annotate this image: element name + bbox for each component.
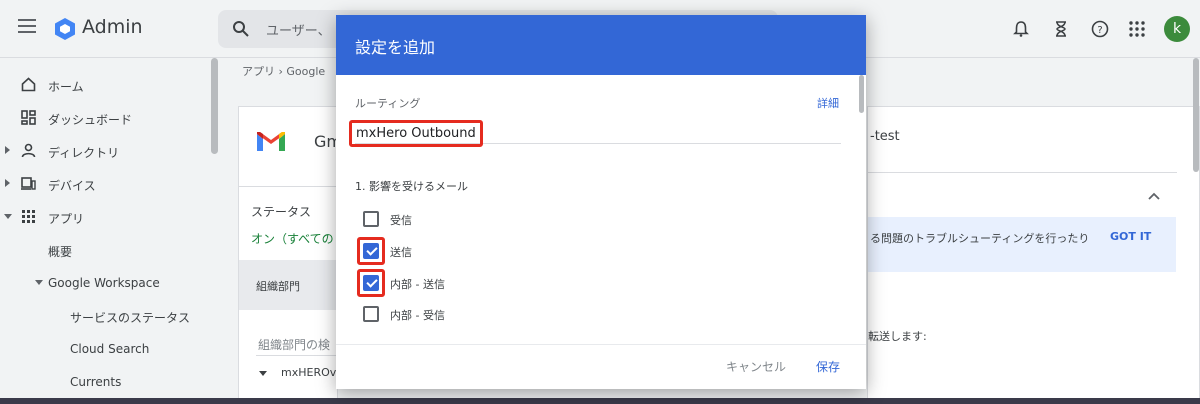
affected-mail-section-title: 1. 影響を受けるメール <box>355 180 468 193</box>
sidebar-item-cloud-search[interactable]: Cloud Search <box>0 332 205 365</box>
detail-link[interactable]: 詳細 <box>817 95 839 111</box>
checkbox-inbound[interactable] <box>363 211 379 227</box>
bottom-edge <box>0 398 1200 404</box>
divider <box>256 355 336 356</box>
status-value: オン（すべての <box>251 232 334 246</box>
dialog-title: 設定を追加 <box>355 38 436 57</box>
sidebar-item-overview[interactable]: 概要 <box>0 233 205 266</box>
checkbox-internal-sending[interactable] <box>363 275 379 291</box>
dialog-header: 設定を追加 <box>336 15 866 75</box>
banner-text: る問題のトラブルシューティングを行ったり <box>870 232 1090 245</box>
sidebar-item-home[interactable]: ホーム <box>0 68 205 101</box>
sidebar-item-label: デバイス <box>48 179 96 193</box>
sidebar-item-label: サービスのステータス <box>70 311 191 325</box>
gmail-logo-icon <box>257 132 285 151</box>
chevron-up-icon[interactable] <box>1147 191 1161 201</box>
dialog-footer: キャンセル 保存 <box>336 344 866 389</box>
add-setting-dialog: 設定を追加 ルーティング 詳細 1. 影響を受けるメール 受信 送信 内部 - … <box>336 15 866 389</box>
svg-text:?: ? <box>1097 25 1102 36</box>
bell-icon[interactable] <box>1012 20 1030 38</box>
option-outbound[interactable]: 送信 <box>357 237 563 265</box>
org-unit-item[interactable]: mxHEROv <box>281 366 336 379</box>
apps-grid-icon <box>22 210 35 223</box>
help-icon[interactable]: ? <box>1091 20 1109 38</box>
sidebar-item-label: 概要 <box>48 245 73 259</box>
person-icon <box>21 143 36 158</box>
search-input[interactable]: ユーザー、 <box>266 20 331 39</box>
devices-icon <box>21 177 36 190</box>
breadcrumb[interactable]: アプリ › Google <box>242 63 325 79</box>
app-name: Admin <box>82 16 143 38</box>
collapse-arrow-icon[interactable] <box>4 214 12 219</box>
sidebar-item-google-workspace[interactable]: Google Workspace <box>0 266 205 299</box>
got-it-button[interactable]: GOT IT <box>1110 230 1151 243</box>
expand-arrow-icon[interactable] <box>259 371 267 376</box>
search-icon <box>233 21 249 37</box>
option-label: 内部 - 受信 <box>390 309 445 322</box>
sidebar-item-label: アプリ <box>48 212 85 226</box>
dialog-scrollbar[interactable] <box>859 75 864 113</box>
checkbox-outbound[interactable] <box>363 243 379 259</box>
hourglass-icon[interactable] <box>1052 20 1070 38</box>
org-unit-label: 組織部門 <box>256 280 300 293</box>
option-inbound[interactable]: 受信 <box>363 209 563 229</box>
sidebar-item-label: ダッシュボード <box>48 113 133 127</box>
right-card-title: -test <box>870 129 900 144</box>
sidebar-item-currents[interactable]: Currents <box>0 365 205 398</box>
sidebar-item-devices[interactable]: デバイス <box>0 167 205 200</box>
dashboard-icon <box>21 110 36 125</box>
option-internal-receiving[interactable]: 内部 - 受信 <box>363 304 563 324</box>
option-label: 受信 <box>390 214 412 227</box>
status-label: ステータス <box>251 205 312 219</box>
option-internal-sending[interactable]: 内部 - 送信 <box>357 269 563 297</box>
sidebar-item-apps[interactable]: アプリ <box>0 200 205 233</box>
cancel-button[interactable]: キャンセル <box>726 358 786 375</box>
apps-launcher-icon[interactable] <box>1128 20 1146 38</box>
sidebar: ホーム ダッシュボード ディレクトリ デバイス アプリ 概要 Google Wo… <box>0 58 210 404</box>
org-unit-search[interactable]: 組織部門の検 <box>258 336 330 353</box>
option-label: 内部 - 送信 <box>390 278 445 291</box>
home-icon <box>21 77 36 92</box>
sidebar-item-directory[interactable]: ディレクトリ <box>0 134 205 167</box>
right-card-body: 転送します: <box>868 330 927 343</box>
avatar[interactable]: k <box>1164 16 1190 42</box>
sidebar-item-label: ホーム <box>48 80 84 94</box>
option-label: 送信 <box>390 246 412 259</box>
sidebar-item-label: Cloud Search <box>70 342 150 356</box>
divider <box>239 186 337 187</box>
dialog-body: ルーティング 詳細 1. 影響を受けるメール 受信 送信 内部 - 送信 内部 … <box>336 75 856 345</box>
sidebar-item-dashboard[interactable]: ダッシュボード <box>0 101 205 134</box>
sidebar-scrollbar[interactable] <box>211 58 218 154</box>
collapse-arrow-icon[interactable] <box>35 280 43 285</box>
sidebar-item-label: ディレクトリ <box>48 146 120 160</box>
menu-icon[interactable] <box>18 19 36 39</box>
sidebar-item-service-status[interactable]: サービスのステータス <box>0 299 205 332</box>
sidebar-item-label: Google Workspace <box>48 276 160 290</box>
divider <box>867 172 1177 173</box>
routing-label: ルーティング <box>355 97 421 110</box>
routing-name-input[interactable] <box>355 124 841 144</box>
save-button[interactable]: 保存 <box>816 358 840 375</box>
admin-logo-icon <box>55 18 75 40</box>
page-scrollbar[interactable] <box>1193 58 1199 172</box>
expand-arrow-icon[interactable] <box>5 179 10 187</box>
expand-arrow-icon[interactable] <box>5 146 10 154</box>
sidebar-item-label: Currents <box>70 375 122 389</box>
checkbox-internal-receiving[interactable] <box>363 306 379 322</box>
